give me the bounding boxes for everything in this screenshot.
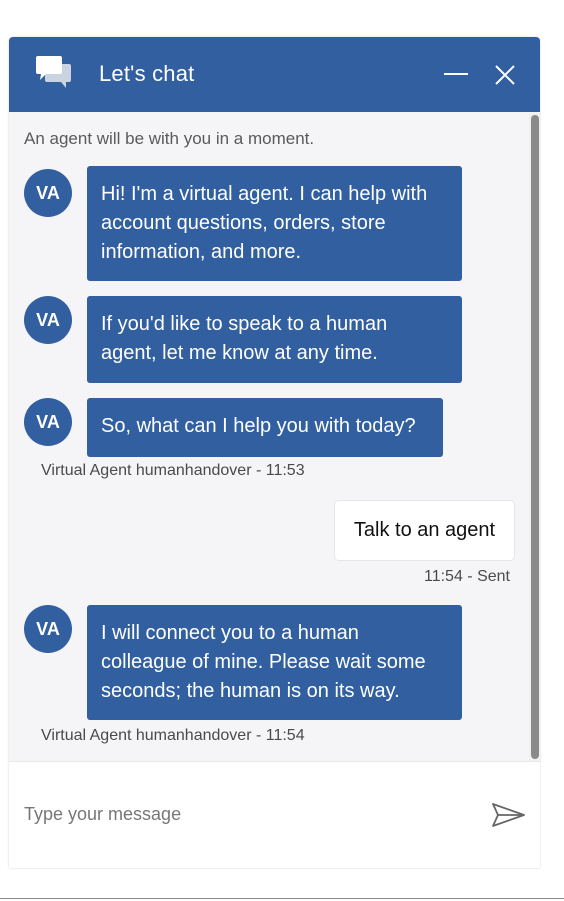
- bot-message-line: colleague of mine. Please wait some: [101, 651, 426, 673]
- close-icon[interactable]: [490, 60, 520, 90]
- bot-message: Hi! I'm a virtual agent. I can help with…: [87, 166, 462, 281]
- bot-message: So, what can I help you with today?: [87, 398, 443, 457]
- chat-bubbles-icon: [35, 55, 73, 89]
- bot-message-line: I will connect you to a human: [101, 622, 359, 644]
- bot-avatar: VA: [24, 605, 72, 653]
- message-meta: Virtual Agent humanhandover - 11:53: [41, 462, 305, 479]
- bot-avatar: VA: [24, 398, 72, 446]
- message-input[interactable]: [24, 796, 464, 832]
- bot-message-line: If you'd like to speak to a human: [101, 313, 388, 335]
- user-message-meta: 11:54 - Sent: [424, 568, 510, 585]
- chat-title: Let's chat: [99, 61, 195, 86]
- bot-message-line: agent, let me know at any time.: [101, 342, 378, 364]
- bot-message-line: account questions, orders, store: [101, 212, 386, 234]
- scrollbar-thumb[interactable]: [531, 115, 539, 759]
- message-list[interactable]: An agent will be with you in a moment. V…: [9, 112, 540, 761]
- send-icon[interactable]: [491, 801, 527, 829]
- chat-header: Let's chat: [9, 37, 540, 112]
- bot-message: I will connect you to a human colleague …: [87, 605, 462, 720]
- bot-avatar: VA: [24, 169, 72, 217]
- minimize-icon[interactable]: [441, 59, 471, 89]
- bot-message-line: So, what can I help you with today?: [101, 415, 416, 437]
- bot-message-line: Hi! I'm a virtual agent. I can help with: [101, 183, 428, 205]
- message-meta: Virtual Agent humanhandover - 11:54: [41, 727, 305, 744]
- user-message: Talk to an agent: [334, 500, 515, 561]
- page-divider: [0, 898, 564, 899]
- bot-message: If you'd like to speak to a human agent,…: [87, 296, 462, 383]
- scrollbar[interactable]: [529, 113, 540, 761]
- composer: [9, 761, 540, 868]
- bot-message-line: information, and more.: [101, 241, 302, 263]
- bot-avatar: VA: [24, 296, 72, 344]
- chat-widget: Let's chat An agent will be with you in …: [9, 37, 540, 868]
- bot-message-line: seconds; the human is on its way.: [101, 680, 400, 702]
- agent-notice: An agent will be with you in a moment.: [24, 129, 315, 148]
